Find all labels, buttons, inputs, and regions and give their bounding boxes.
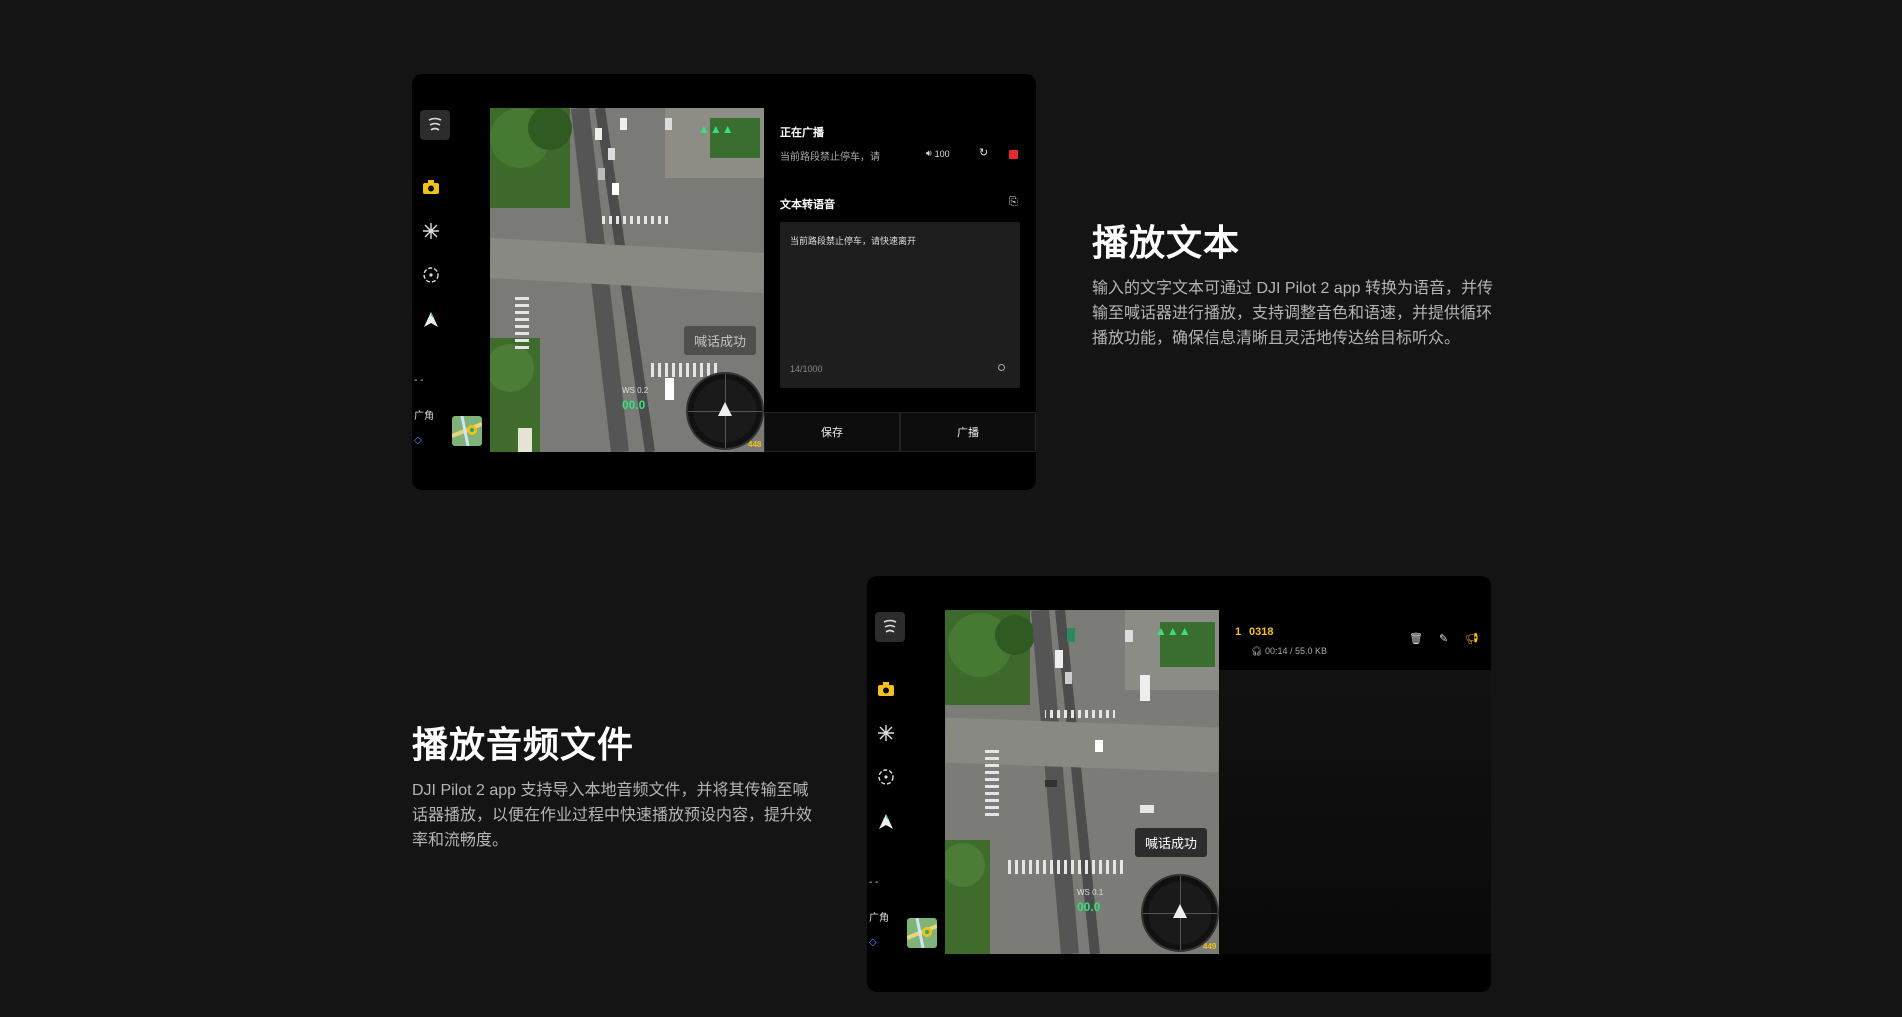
left-sidebar: - - 广角 ◇ bbox=[867, 576, 945, 992]
compass-widget bbox=[686, 372, 764, 450]
tts-text: 当前路段禁止停车，请快速离开 bbox=[790, 236, 917, 246]
volume-value: 100 bbox=[934, 148, 950, 159]
hud-distance-readout: 448 bbox=[748, 440, 762, 449]
flight-mode-icon[interactable] bbox=[420, 309, 442, 331]
camera-live-view[interactable]: ▲▲▲ WS 0.1 00.0 喊话成功 449 bbox=[945, 610, 1219, 954]
save-button[interactable]: 保存 bbox=[764, 412, 900, 452]
volume-control[interactable]: 🔊︎ 100 bbox=[926, 148, 950, 159]
hud-speed-readout: 00.0 bbox=[1077, 900, 1101, 914]
broadcast-success-toast: 喊话成功 bbox=[1135, 828, 1208, 857]
section1-title: 播放文本 bbox=[1092, 222, 1241, 263]
sidebar-dashes: - - bbox=[414, 375, 424, 386]
tts-title: 文本转语音 bbox=[780, 199, 835, 211]
flight-mode-icon[interactable] bbox=[875, 811, 897, 833]
hud-distance-readout: 449 bbox=[1203, 942, 1217, 951]
section1-description: 输入的文字文本可通过 DJI Pilot 2 app 转换为语音，并传输至喊话器… bbox=[1092, 280, 1493, 347]
broadcast-success-toast: 喊话成功 bbox=[684, 326, 757, 355]
minimap-thumbnail[interactable] bbox=[452, 416, 482, 446]
gimbal-icon[interactable] bbox=[420, 220, 442, 242]
volume-icon: 🔊︎ bbox=[926, 148, 932, 158]
headphones-icon: 🎧︎ bbox=[1251, 646, 1263, 656]
device-screenshot-audio-file: - - 广角 ◇ ▲▲▲ WS 0.1 00.0 喊话成功 449 1 0318… bbox=[867, 576, 1491, 992]
section2-description: DJI Pilot 2 app 支持导入本地音频文件，并将其传输至喊话器播放，以… bbox=[412, 782, 813, 849]
voice-settings-icon[interactable] bbox=[998, 364, 1005, 371]
panel-background bbox=[1219, 670, 1491, 954]
audio-file-panel: 1 0318 🎧︎ 00:14 / 55.0 KB 🗑︎ ✎ 📢︎ bbox=[1219, 610, 1491, 954]
target-icon[interactable] bbox=[875, 766, 897, 788]
minimap-thumbnail[interactable] bbox=[907, 918, 937, 948]
hud-speed-readout: 00.0 bbox=[622, 398, 646, 412]
app-logo-icon[interactable] bbox=[875, 612, 905, 642]
section2-title: 播放音频文件 bbox=[412, 724, 635, 765]
stop-broadcast-icon[interactable] bbox=[1009, 150, 1018, 159]
track-meta-text: 00:14 / 55.0 KB bbox=[1264, 646, 1327, 656]
app-logo-icon[interactable] bbox=[420, 110, 450, 140]
camera-live-view[interactable]: ▲▲▲ WS 0.2 00.0 喊话成功 448 bbox=[490, 108, 764, 452]
tts-textarea[interactable]: 当前路段禁止停车，请快速离开 14/1000 bbox=[780, 222, 1020, 388]
broadcasting-title: 正在广播 bbox=[780, 127, 824, 139]
left-sidebar: - - 广角 ◇ bbox=[412, 74, 490, 490]
sidebar-mode-label[interactable]: ◇ bbox=[869, 937, 877, 948]
compass-needle-icon bbox=[718, 402, 732, 416]
track-name[interactable]: 0318 bbox=[1249, 626, 1273, 638]
broadcast-button[interactable]: 广播 bbox=[900, 412, 1036, 452]
sidebar-wide-label[interactable]: 广角 bbox=[869, 909, 889, 924]
sidebar-dashes: - - bbox=[869, 877, 879, 888]
compass-needle-icon bbox=[1173, 904, 1187, 918]
import-icon[interactable]: ⎘ bbox=[1009, 196, 1018, 209]
broadcasting-text: 当前路段禁止停车，请 bbox=[780, 152, 880, 163]
speaker-panel: 正在广播 当前路段禁止停车，请 🔊︎ 100 ↻ 文本转语音 ⎘ 当前路段禁止停车… bbox=[764, 108, 1036, 452]
loop-icon[interactable]: ↻ bbox=[979, 146, 988, 159]
sidebar-wide-label[interactable]: 广角 bbox=[414, 407, 434, 422]
sidebar-mode-label[interactable]: ◇ bbox=[414, 435, 422, 446]
hud-signal-readout: ▲▲▲ bbox=[698, 122, 734, 136]
hud-wind-label: WS 0.2 bbox=[622, 386, 649, 395]
gimbal-icon[interactable] bbox=[875, 722, 897, 744]
edit-icon[interactable]: ✎ bbox=[1439, 632, 1448, 645]
camera-icon[interactable] bbox=[875, 678, 897, 700]
delete-icon[interactable]: 🗑︎ bbox=[1409, 632, 1423, 645]
camera-icon[interactable] bbox=[420, 176, 442, 198]
target-icon[interactable] bbox=[420, 264, 442, 286]
hud-wind-label: WS 0.1 bbox=[1077, 888, 1104, 897]
track-index: 1 bbox=[1235, 626, 1242, 638]
compass-widget bbox=[1141, 874, 1219, 952]
device-screenshot-text-broadcast: - - 广角 ◇ ▲▲▲ WS 0.2 00.0 喊话成功 448 正在广播 当… bbox=[412, 74, 1036, 490]
hud-signal-readout: ▲▲▲ bbox=[1155, 624, 1191, 638]
megaphone-icon[interactable]: 📢︎ bbox=[1465, 632, 1479, 645]
track-meta: 🎧︎ 00:14 / 55.0 KB bbox=[1251, 646, 1327, 657]
char-count: 14/1000 bbox=[790, 364, 823, 374]
